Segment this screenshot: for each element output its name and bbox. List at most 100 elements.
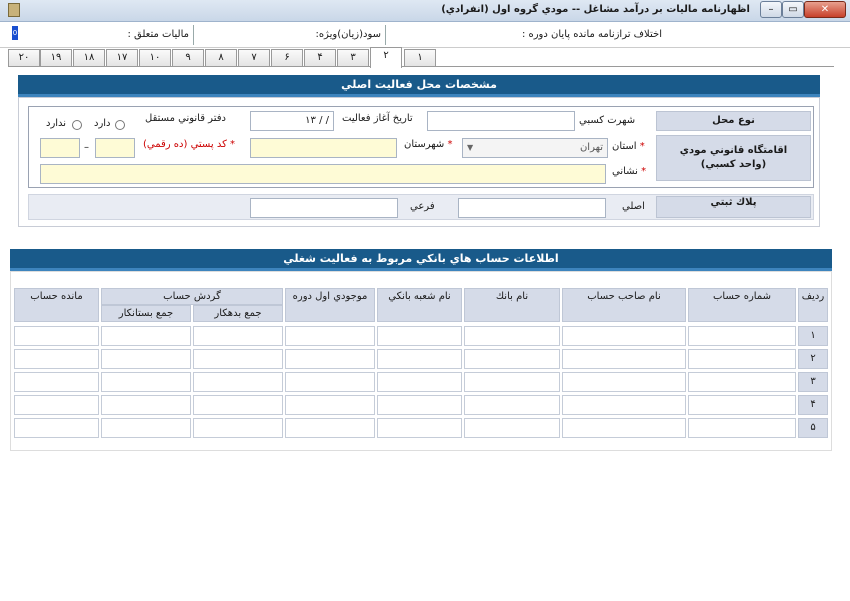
required-mark: * <box>641 166 647 177</box>
tab-10[interactable]: ۱۷ <box>106 49 138 66</box>
tab-2[interactable]: ۲ <box>370 47 402 68</box>
tab-4[interactable]: ۴ <box>304 49 336 66</box>
tab-9[interactable]: ۱۰ <box>139 49 171 66</box>
cell-balance[interactable] <box>14 326 99 346</box>
cell-opening[interactable] <box>285 326 375 346</box>
tab-12[interactable]: ۱۹ <box>40 49 72 66</box>
address-input[interactable] <box>40 164 606 184</box>
cell-opening[interactable] <box>285 372 375 392</box>
col-credit: جمع بستانكار <box>101 305 191 322</box>
diff-label: اختلاف ترازنامه مانده پايان دوره : <box>521 29 662 40</box>
cell-account-no[interactable] <box>688 326 796 346</box>
province-label-wrap: * استان <box>612 141 645 152</box>
tab-7[interactable]: ۸ <box>205 49 237 66</box>
postal-dash: – <box>84 142 89 153</box>
cell-balance[interactable] <box>14 372 99 392</box>
row-number: ۲ <box>798 349 828 369</box>
cell-balance[interactable] <box>14 349 99 369</box>
cell-account-no[interactable] <box>688 395 796 415</box>
cell-branch[interactable] <box>377 418 462 438</box>
cell-owner[interactable] <box>562 395 686 415</box>
cell-bank[interactable] <box>464 326 560 346</box>
cell-balance[interactable] <box>14 395 99 415</box>
cell-debit[interactable] <box>193 326 283 346</box>
cell-bank[interactable] <box>464 349 560 369</box>
cell-opening[interactable] <box>285 349 375 369</box>
cell-credit[interactable] <box>101 395 191 415</box>
row-number: ۴ <box>798 395 828 415</box>
business-fame-label: شهرت كسبي <box>579 115 636 126</box>
cell-branch[interactable] <box>377 395 462 415</box>
cell-branch[interactable] <box>377 372 462 392</box>
office-has-not-radio[interactable] <box>72 120 82 130</box>
tab-6[interactable]: ۷ <box>238 49 270 66</box>
maximize-button[interactable]: ▭ <box>782 1 804 18</box>
postal-label-wrap: * كد پستي (ده رقمي) <box>143 139 235 150</box>
cell-credit[interactable] <box>101 349 191 369</box>
office-has-not-label: ندارد <box>46 118 67 129</box>
postal-input-suffix[interactable] <box>40 138 80 158</box>
office-has-label: دارد <box>94 118 111 129</box>
city-label-wrap: * شهرستان <box>404 139 452 150</box>
cell-owner[interactable] <box>562 326 686 346</box>
plaque-main-input[interactable] <box>458 198 606 218</box>
cell-credit[interactable] <box>101 418 191 438</box>
office-label: دفتر قانوني مستقل <box>145 113 226 124</box>
cell-opening[interactable] <box>285 418 375 438</box>
location-type-label: نوع محل <box>656 111 811 131</box>
tab-8[interactable]: ۹ <box>172 49 204 66</box>
section-title: اطلاعات حساب هاي بانكي مربوط به فعاليت ش… <box>283 252 559 265</box>
province-label: استان <box>612 141 637 152</box>
col-account-no: شماره حساب <box>688 288 796 322</box>
plaque-label: پلاك ثبتي <box>656 196 811 218</box>
cell-account-no[interactable] <box>688 418 796 438</box>
cell-credit[interactable] <box>101 372 191 392</box>
cell-opening[interactable] <box>285 395 375 415</box>
cell-balance[interactable] <box>14 418 99 438</box>
cell-bank[interactable] <box>464 372 560 392</box>
cell-owner[interactable] <box>562 349 686 369</box>
province-select[interactable]: تهران ▼ <box>462 138 608 158</box>
city-input[interactable] <box>250 138 397 158</box>
col-row: رديف <box>798 288 828 322</box>
postal-input-main[interactable] <box>95 138 135 158</box>
cell-credit[interactable] <box>101 326 191 346</box>
start-date-input[interactable]: / / ۱۳ <box>250 111 334 131</box>
required-mark: * <box>230 139 236 150</box>
office-has-radio[interactable] <box>115 120 125 130</box>
cell-debit[interactable] <box>193 418 283 438</box>
start-date-label: تاريخ آغاز فعاليت <box>342 113 413 124</box>
tab-11[interactable]: ۱۸ <box>73 49 105 66</box>
col-debit: جمع بدهكار <box>193 305 283 322</box>
plaque-sub-label: فرعي <box>410 201 435 212</box>
cell-debit[interactable] <box>193 372 283 392</box>
cell-bank[interactable] <box>464 395 560 415</box>
col-owner: نام صاحب حساب <box>562 288 686 322</box>
minimize-button[interactable]: – <box>760 1 782 18</box>
cell-branch[interactable] <box>377 349 462 369</box>
cell-owner[interactable] <box>562 372 686 392</box>
cell-debit[interactable] <box>193 395 283 415</box>
section-header-bank: اطلاعات حساب هاي بانكي مربوط به فعاليت ش… <box>10 249 832 271</box>
cell-branch[interactable] <box>377 326 462 346</box>
residence-label: اقامتگاه قانوني مودي (واحد كسبي) <box>656 135 811 181</box>
cell-account-no[interactable] <box>688 349 796 369</box>
row-number: ۱ <box>798 326 828 346</box>
plaque-sub-input[interactable] <box>250 198 398 218</box>
cell-account-no[interactable] <box>688 372 796 392</box>
col-balance: مانده حساب <box>14 288 99 322</box>
tab-13[interactable]: ۲۰ <box>8 49 40 66</box>
close-button[interactable]: ✕ <box>804 1 846 18</box>
cell-bank[interactable] <box>464 418 560 438</box>
tab-divider <box>8 66 834 67</box>
app-icon <box>8 3 20 17</box>
tab-5[interactable]: ۶ <box>271 49 303 66</box>
tab-3[interactable]: ۳ <box>337 49 369 66</box>
row-number: ۵ <box>798 418 828 438</box>
row-number: ۳ <box>798 372 828 392</box>
cell-debit[interactable] <box>193 349 283 369</box>
cell-owner[interactable] <box>562 418 686 438</box>
col-branch: نام شعبه بانكي <box>377 288 462 322</box>
tab-1[interactable]: ۱ <box>404 49 436 66</box>
business-fame-input[interactable] <box>427 111 575 131</box>
